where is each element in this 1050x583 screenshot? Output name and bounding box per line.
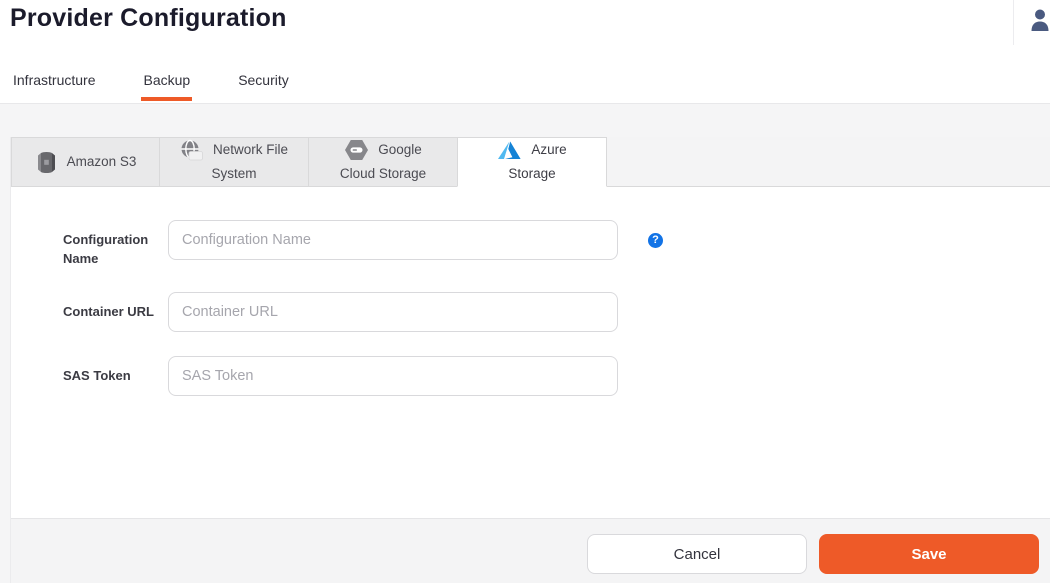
provider-tab-network-file-system[interactable]: Network File System [159,137,309,187]
provider-tabs-filler [607,137,1050,187]
configuration-name-input[interactable] [168,220,618,260]
container-url-label: Container URL [63,292,168,321]
user-icon[interactable] [1029,8,1050,32]
save-button[interactable]: Save [819,534,1039,574]
header-divider [1013,0,1014,45]
provider-tab-label: Amazon S3 [67,150,137,174]
azure-storage-form: Configuration Name ? Container URL SAS T… [11,187,1050,518]
provider-tab-label-line2: Cloud Storage [340,162,426,186]
google-cloud-storage-icon [344,139,369,161]
provider-config-panel: Amazon S3 Network File System [10,137,1050,583]
configuration-name-label: Configuration Name [63,220,168,268]
provider-tab-label: Azure [531,138,566,162]
main-nav-tabs: Infrastructure Backup Security [11,66,335,101]
tab-backup[interactable]: Backup [141,66,192,101]
provider-tab-label: Network File [213,138,288,162]
provider-tabs: Amazon S3 Network File System [11,137,1050,187]
form-row-configuration-name: Configuration Name ? [63,220,1050,268]
provider-tab-label-line2: System [211,162,256,186]
container-url-input[interactable] [168,292,618,332]
provider-tab-amazon-s3[interactable]: Amazon S3 [11,137,160,187]
amazon-s3-icon [35,150,58,175]
provider-tab-google-cloud-storage[interactable]: Google Cloud Storage [308,137,458,187]
sas-token-input[interactable] [168,356,618,396]
page-header: Provider Configuration Infrastructure Ba… [0,0,1050,104]
azure-storage-icon [497,140,522,161]
page-title: Provider Configuration [10,4,287,33]
provider-tab-label: Google [378,138,422,162]
help-icon[interactable]: ? [648,233,663,248]
provider-tab-azure-storage[interactable]: Azure Storage [457,137,607,187]
tab-infrastructure[interactable]: Infrastructure [11,66,97,101]
tab-security[interactable]: Security [236,66,291,101]
form-row-sas-token: SAS Token [63,356,1050,396]
provider-tab-label-line2: Storage [508,162,555,186]
form-footer: Cancel Save [11,518,1050,583]
network-file-system-icon [180,139,204,161]
form-row-container-url: Container URL [63,292,1050,332]
sas-token-label: SAS Token [63,356,168,385]
cancel-button[interactable]: Cancel [587,534,807,574]
